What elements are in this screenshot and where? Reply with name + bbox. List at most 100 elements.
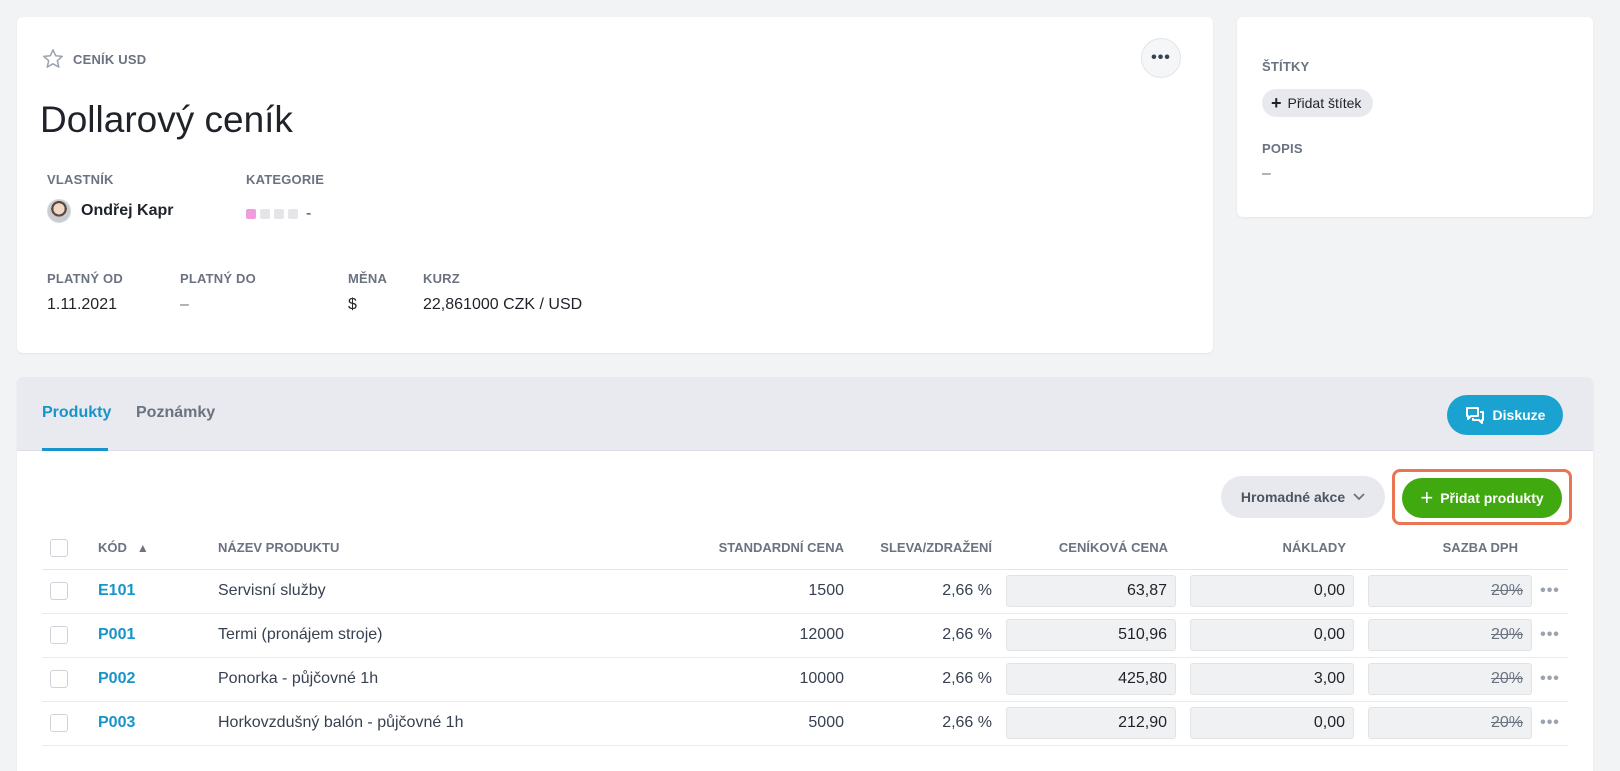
discount-value: 2,66 % [844, 569, 992, 614]
bulk-actions-dropdown[interactable]: Hromadné akce [1221, 476, 1385, 518]
list-price-input[interactable]: 63,87 [1006, 575, 1176, 607]
chat-icon [1465, 407, 1484, 424]
currency-field: MĚNA $ [348, 271, 387, 314]
vat-rate-select[interactable]: 20% [1368, 663, 1532, 695]
category-field: KATEGORIE - [246, 172, 324, 223]
star-icon[interactable] [41, 47, 65, 71]
list-price-input[interactable]: 425,80 [1006, 663, 1176, 695]
valid-from-label: PLATNÝ OD [47, 271, 123, 286]
product-name: Horkovzdušný balón - půjčovné 1h [218, 701, 598, 746]
row-checkbox[interactable] [50, 582, 68, 600]
cost-input[interactable]: 3,00 [1190, 663, 1354, 695]
add-products-label: Přidat produkty [1440, 490, 1544, 506]
discussion-label: Diskuze [1492, 407, 1546, 423]
standard-price: 5000 [598, 701, 844, 746]
bulk-actions-label: Hromadné akce [1240, 489, 1346, 505]
category-indicator[interactable]: - [246, 205, 324, 223]
valid-to-label: PLATNÝ DO [180, 271, 256, 286]
row-more-button[interactable]: ••• [1532, 701, 1568, 746]
add-products-button[interactable]: + Přidat produkty [1402, 478, 1562, 518]
row-checkbox[interactable] [50, 714, 68, 732]
column-header-list-price[interactable]: CENÍKOVÁ CENA [992, 527, 1176, 570]
add-products-highlight: + Přidat produkty [1392, 469, 1572, 525]
standard-price: 10000 [598, 657, 844, 702]
product-code-link[interactable]: E101 [98, 582, 135, 599]
tab-products[interactable]: Produkty [42, 404, 111, 422]
discussion-button[interactable]: Diskuze [1447, 395, 1563, 435]
valid-from-value: 1.11.2021 [47, 296, 117, 313]
pricelist-type-row: CENÍK USD [41, 47, 146, 71]
table-row: E101 Servisní služby 1500 2,66 % 63,87 0… [42, 569, 1568, 614]
product-name: Termi (pronájem stroje) [218, 613, 598, 658]
active-tab-indicator [42, 448, 108, 451]
cost-input[interactable]: 0,00 [1190, 619, 1354, 651]
valid-to-field: PLATNÝ DO – [180, 271, 256, 314]
product-code-link[interactable]: P002 [98, 670, 135, 687]
column-header-cost[interactable]: NÁKLADY [1176, 527, 1354, 570]
owner-label: VLASTNÍK [47, 172, 114, 187]
column-header-vat[interactable]: SAZBA DPH [1354, 527, 1532, 570]
row-more-button[interactable]: ••• [1532, 657, 1568, 702]
product-name: Servisní služby [218, 569, 598, 614]
avatar [47, 199, 71, 223]
table-row: P002 Ponorka - půjčovné 1h 10000 2,66 % … [42, 657, 1568, 702]
side-info-card: ŠTÍTKY + Přidat štítek POPIS – [1237, 17, 1593, 217]
add-tag-label: Přidat štítek [1287, 95, 1362, 111]
currency-value: $ [348, 296, 357, 313]
sort-ascending-icon: ▲ [136, 541, 149, 556]
column-header-actions [1532, 527, 1568, 570]
category-dot [288, 209, 298, 219]
tabs-bar: Produkty Poznámky Diskuze [17, 377, 1593, 451]
pricelist-detail-card: CENÍK USD ••• Dollarový ceník VLASTNÍK O… [17, 17, 1213, 353]
page-title: Dollarový ceník [40, 99, 293, 140]
pricelist-type-label: CENÍK USD [73, 51, 147, 67]
plus-icon: + [1271, 93, 1282, 113]
tags-label: ŠTÍTKY [1262, 59, 1310, 74]
column-header-standard-price[interactable]: STANDARDNÍ CENA [598, 527, 844, 570]
vat-rate-select[interactable]: 20% [1368, 707, 1532, 739]
discount-value: 2,66 % [844, 613, 992, 658]
currency-label: MĚNA [348, 271, 388, 286]
products-section: Produkty Poznámky Diskuze Hromadné akce … [17, 377, 1593, 771]
plus-icon: + [1420, 485, 1434, 510]
column-header-code[interactable]: KÓD ▲ [98, 527, 218, 570]
column-code-label: KÓD [98, 540, 127, 556]
standard-price: 1500 [598, 569, 844, 614]
row-more-button[interactable]: ••• [1532, 613, 1568, 658]
product-code-link[interactable]: P003 [98, 714, 135, 731]
category-dot [246, 209, 256, 219]
vat-rate-select[interactable]: 20% [1368, 575, 1532, 607]
column-header-name[interactable]: NÁZEV PRODUKTU [218, 527, 598, 570]
description-value[interactable]: – [1262, 165, 1271, 183]
more-actions-button[interactable]: ••• [1141, 38, 1181, 78]
column-header-discount[interactable]: SLEVA/ZDRAŽENÍ [844, 527, 992, 570]
list-price-input[interactable]: 510,96 [1006, 619, 1176, 651]
tab-notes[interactable]: Poznámky [136, 404, 215, 422]
select-all-cell [42, 527, 98, 570]
owner-field: VLASTNÍK Ondřej Kapr [47, 172, 173, 223]
standard-price: 12000 [598, 613, 844, 658]
products-table: KÓD ▲ NÁZEV PRODUKTU STANDARDNÍ CENA SLEV… [42, 527, 1568, 746]
select-all-checkbox[interactable] [50, 538, 68, 557]
category-dot [274, 209, 284, 219]
list-price-input[interactable]: 212,90 [1006, 707, 1176, 739]
category-dot [260, 209, 270, 219]
product-code-link[interactable]: P001 [98, 626, 135, 643]
table-row: P003 Horkovzdušný balón - půjčovné 1h 50… [42, 701, 1568, 746]
description-label: POPIS [1262, 141, 1303, 156]
add-tag-button[interactable]: + Přidat štítek [1262, 89, 1374, 117]
discount-value: 2,66 % [844, 701, 992, 746]
vat-rate-select[interactable]: 20% [1368, 619, 1532, 651]
row-checkbox[interactable] [50, 626, 68, 644]
row-more-button[interactable]: ••• [1532, 569, 1568, 614]
rate-label: KURZ [423, 271, 460, 286]
discount-value: 2,66 % [844, 657, 992, 702]
rate-field: KURZ 22,861000 CZK / USD [423, 271, 582, 314]
valid-from-field: PLATNÝ OD 1.11.2021 [47, 271, 123, 314]
table-header-row: KÓD ▲ NÁZEV PRODUKTU STANDARDNÍ CENA SLEV… [42, 527, 1568, 570]
chevron-down-icon [1353, 493, 1365, 501]
cost-input[interactable]: 0,00 [1190, 707, 1354, 739]
owner-value[interactable]: Ondřej Kapr [47, 199, 173, 223]
cost-input[interactable]: 0,00 [1190, 575, 1354, 607]
row-checkbox[interactable] [50, 670, 68, 688]
